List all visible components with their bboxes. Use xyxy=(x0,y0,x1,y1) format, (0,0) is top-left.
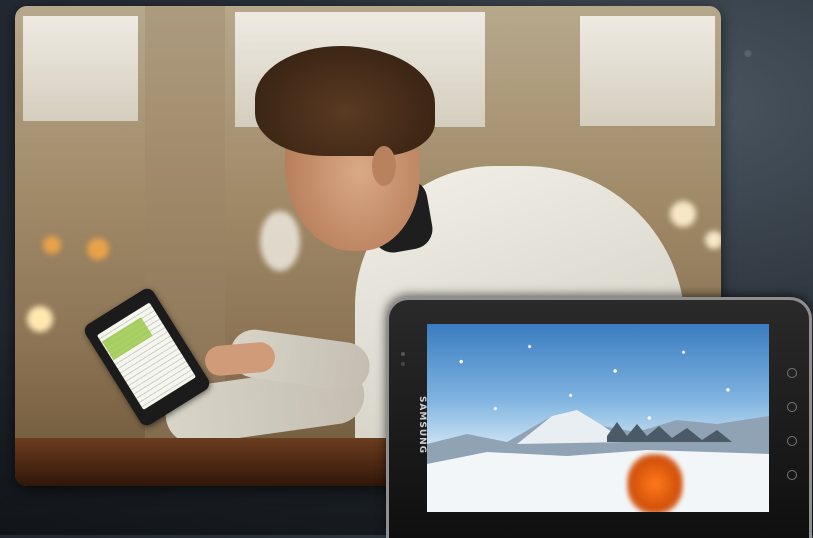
camera-icon xyxy=(401,352,405,356)
window-left xyxy=(23,16,138,121)
light-bokeh xyxy=(43,236,61,254)
window-right xyxy=(580,16,715,126)
light-bokeh xyxy=(705,231,721,249)
light-bokeh xyxy=(27,306,53,332)
sensor-icon xyxy=(401,362,405,366)
light-bokeh xyxy=(670,201,696,227)
man-ear xyxy=(372,146,396,186)
man-hair xyxy=(255,46,435,156)
light-bokeh xyxy=(87,238,109,260)
tablet-device: SAMSUNG xyxy=(386,297,812,538)
back-button-icon[interactable] xyxy=(787,368,797,378)
search-button-icon[interactable] xyxy=(787,470,797,480)
tablet-buttons xyxy=(787,368,797,504)
snowfall xyxy=(427,324,769,512)
light-bokeh xyxy=(260,211,300,271)
menu-button-icon[interactable] xyxy=(787,402,797,412)
tablet-brand-label: SAMSUNG xyxy=(417,395,428,455)
snowboarder xyxy=(627,454,683,512)
home-button-icon[interactable] xyxy=(787,436,797,446)
tablet-screen xyxy=(427,324,769,512)
